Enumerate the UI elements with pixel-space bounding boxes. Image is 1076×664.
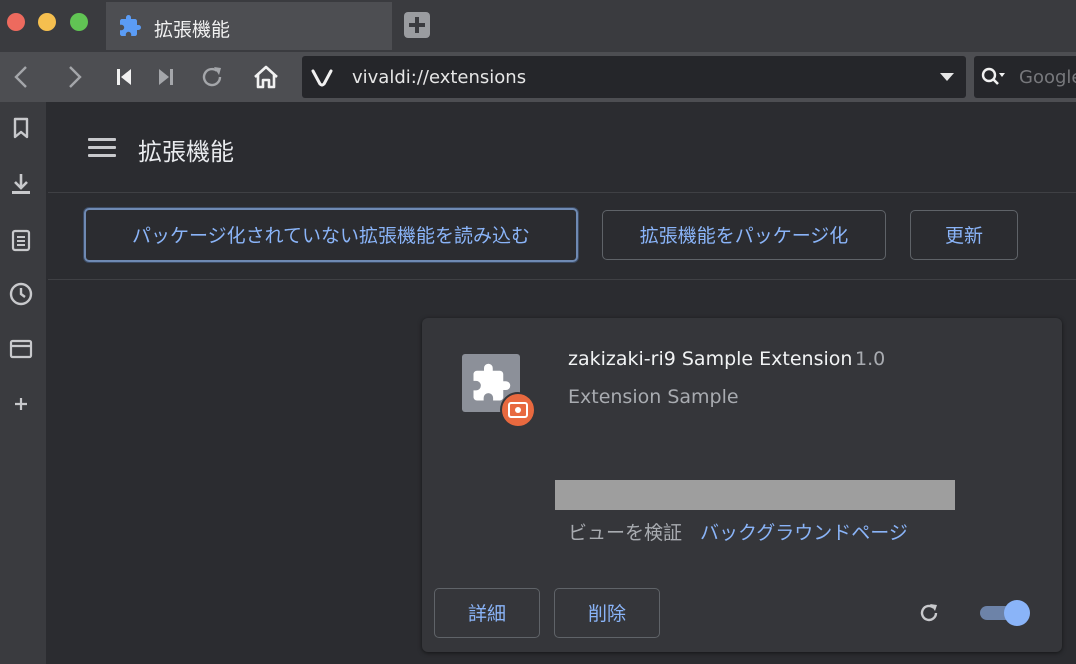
page-header: 拡張機能 <box>48 102 1076 193</box>
extension-card: zakizaki-ri9 Sample Extension 1.0 Extens… <box>422 318 1062 652</box>
add-panel-button[interactable] <box>7 390 35 418</box>
close-window-button[interactable] <box>7 13 25 31</box>
address-text[interactable]: vivaldi://extensions <box>352 67 526 88</box>
extensions-page: 拡張機能 パッケージ化されていない拡張機能を読み込む 拡張機能をパッケージ化 更… <box>48 102 1076 664</box>
history-panel-button[interactable] <box>7 280 35 308</box>
window-panel-button[interactable] <box>7 335 35 363</box>
zoom-window-button[interactable] <box>70 13 88 31</box>
minimize-window-button[interactable] <box>38 13 56 31</box>
search-field[interactable]: Google <box>974 56 1076 98</box>
bookmarks-panel-button[interactable] <box>7 114 35 142</box>
search-icon <box>981 67 1005 85</box>
side-panel <box>0 102 46 664</box>
page-title: 拡張機能 <box>138 138 234 166</box>
unpacked-badge-icon <box>500 392 536 428</box>
clock-icon <box>9 282 33 306</box>
developer-actions: パッケージ化されていない拡張機能を読み込む 拡張機能をパッケージ化 更新 <box>48 193 1076 280</box>
update-button[interactable]: 更新 <box>910 210 1018 260</box>
enable-extension-toggle[interactable] <box>980 600 1030 626</box>
window-icon <box>9 339 33 359</box>
toggle-knob <box>1004 600 1030 626</box>
details-button[interactable]: 詳細 <box>434 588 540 638</box>
remove-button[interactable]: 削除 <box>554 588 660 638</box>
back-button[interactable] <box>6 61 38 93</box>
downloads-panel-button[interactable] <box>7 170 35 198</box>
extension-description: Extension Sample <box>568 386 739 408</box>
navigation-toolbar: vivaldi://extensions Google <box>0 52 1076 102</box>
extension-name: zakizaki-ri9 Sample Extension <box>568 348 853 370</box>
reload-extension-icon[interactable] <box>916 600 942 626</box>
chevron-right-icon <box>69 66 82 88</box>
chevron-left-icon <box>14 66 27 88</box>
redacted-extension-id <box>555 480 955 510</box>
rewind-button[interactable] <box>108 61 140 93</box>
tab-extensions[interactable]: 拡張機能 <box>106 2 392 50</box>
load-unpacked-button[interactable]: パッケージ化されていない拡張機能を読み込む <box>84 208 578 262</box>
home-button[interactable] <box>250 61 282 93</box>
fast-forward-icon <box>159 69 173 85</box>
address-bar[interactable]: vivaldi://extensions <box>302 56 966 98</box>
forward-button[interactable] <box>58 61 90 93</box>
notes-panel-button[interactable] <box>7 226 35 254</box>
plus-icon <box>15 398 27 410</box>
pack-extension-button[interactable]: 拡張機能をパッケージ化 <box>602 210 886 260</box>
vivaldi-icon <box>311 69 333 87</box>
background-page-link[interactable]: バックグラウンドページ <box>700 518 908 545</box>
fast-forward-button[interactable] <box>150 61 182 93</box>
reload-button[interactable] <box>196 61 228 93</box>
notes-icon <box>11 229 31 252</box>
extension-version: 1.0 <box>855 348 886 370</box>
puzzle-icon <box>120 15 141 36</box>
chevron-down-icon[interactable] <box>940 73 954 81</box>
rewind-icon <box>117 69 131 85</box>
inspect-views-label: ビューを検証 <box>568 522 683 544</box>
new-tab-button[interactable] <box>404 12 430 38</box>
reload-icon <box>202 67 222 87</box>
download-icon <box>12 174 30 194</box>
bookmark-icon <box>13 117 29 139</box>
hamburger-menu-icon[interactable] <box>88 136 116 160</box>
tab-title: 拡張機能 <box>154 19 231 41</box>
tab-strip: 拡張機能 <box>0 0 1076 52</box>
search-placeholder: Google <box>1019 67 1076 88</box>
home-icon <box>254 65 278 89</box>
